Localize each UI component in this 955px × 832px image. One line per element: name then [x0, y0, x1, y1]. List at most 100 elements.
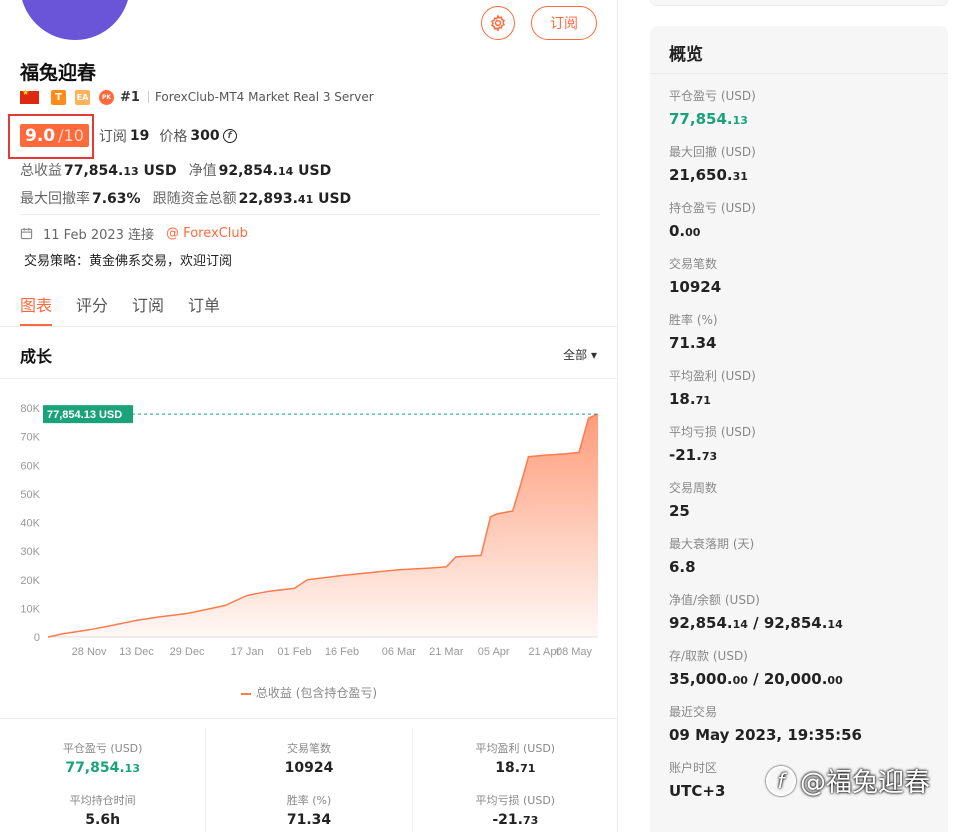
overview-item-tail-dec: 00 [827, 674, 843, 687]
broker-link[interactable]: @ ForexClub [166, 226, 248, 241]
tab-orders[interactable]: 订单 [188, 292, 220, 326]
growth-chart: 0 10K 20K 30K 40K 50K 60K 70K 80K 28 Nov 13 Dec 29… [20, 403, 599, 658]
overview-item: 最大衰落期 (天) 6.8 [669, 522, 929, 578]
coin-icon: f [222, 128, 237, 143]
drawdown-value: 7.63% [92, 191, 141, 207]
range-filter-dropdown[interactable]: 全部 ▾ [563, 346, 597, 363]
summary-stat-label: 平均盈利 (USD) [475, 742, 556, 755]
divider [147, 91, 149, 103]
summary-stat-main: -21. [492, 812, 523, 828]
summary-stat: 平均持仓时间 5.6h [0, 780, 205, 832]
settings-button[interactable] [481, 6, 515, 40]
overview-item-value: 77,854.13 [669, 110, 929, 128]
tab-chart[interactable]: 图表 [20, 292, 53, 326]
chart-legend: 总收益 (包含持仓盈亏) [0, 684, 618, 701]
x-tick-label: 17 Jan [231, 646, 264, 658]
overview-item-value: 71.34 [669, 334, 929, 352]
overview-list: 平仓盈亏 (USD) 77,854.13 最大回撤 (USD) 21,650.31 持仓… [650, 74, 948, 802]
connect-date: 11 Feb 2023 连接 [43, 228, 155, 243]
subscribers-value: 19 [129, 127, 150, 144]
equity-dec: 14 [277, 165, 294, 178]
overview-item: 最近交易 09 May 2023, 19:35:56 [669, 690, 929, 746]
overview-item-dec: 73 [701, 450, 718, 463]
overview-item-label: 最大衰落期 (天) [669, 537, 755, 551]
summary-stat-value: -21.73 [413, 812, 618, 828]
overview-item-label: 平仓盈亏 (USD) [669, 89, 756, 103]
overview-item-main: 0. [669, 222, 686, 240]
divider [0, 378, 618, 379]
summary-stat-main: 10924 [284, 760, 334, 776]
overview-item: 交易笔数 10924 [669, 242, 929, 298]
legend-label: 总收益 (包含持仓盈亏) [255, 686, 378, 700]
tab-subscriptions[interactable]: 订阅 [132, 292, 164, 326]
overview-item-dec: 00 [732, 674, 748, 687]
subscribe-button[interactable]: 订阅 [531, 6, 597, 40]
summary-stat-label: 胜率 (%) [286, 794, 332, 807]
drawdown-follow-row: 最大回撤率 7.63% 跟随资金总额 22,893.41 USD [20, 188, 351, 208]
profit-dec: 13 [123, 165, 139, 178]
overview-item-tail-dec: 14 [827, 618, 843, 631]
overview-item-label: 平均盈利 (USD) [669, 369, 756, 383]
overview-item-main: 18. [669, 390, 696, 408]
score-row: 9.0 /10 订阅 19 价格 300 f [20, 124, 237, 147]
y-tick-label: 70K [20, 432, 40, 444]
follow-label: 跟随资金总额 [152, 191, 237, 207]
summary-stat-value: 77,854.13 [0, 760, 205, 776]
summary-stat: 平均亏损 (USD) -21.73 [413, 780, 618, 832]
drawdown-label: 最大回撤率 [20, 191, 90, 207]
top-card [650, 0, 948, 6]
overview-item-main: 71.34 [669, 334, 717, 352]
profit-unit: USD [138, 163, 177, 179]
summary-stat-label: 平均持仓时间 [69, 794, 136, 807]
y-tick-label: 20K [20, 575, 40, 587]
pk-badge-icon: PK [99, 89, 114, 105]
summary-stat-value: 71.34 [206, 812, 411, 828]
profit-label: 总收益 [20, 163, 62, 179]
watermark: f @福兔迎春 [766, 762, 930, 799]
divider [0, 718, 618, 719]
overview-item-main: 6.8 [669, 558, 696, 576]
summary-stat: 交易笔数 10924 [206, 728, 411, 780]
gear-icon [491, 14, 505, 32]
summary-stat-label: 平均亏损 (USD) [475, 794, 556, 807]
y-tick-label: 60K [20, 460, 40, 472]
overview-item-main: 09 May 2023, 19:35:56 [669, 726, 862, 744]
score-max: /10 [58, 126, 84, 145]
overview-item-label: 交易周数 [669, 481, 718, 495]
overview-item-dec: 71 [695, 394, 711, 407]
watermark-text: @福兔迎春 [800, 768, 931, 798]
t-badge: T [51, 89, 66, 105]
overview-item: 交易周数 25 [669, 466, 929, 522]
y-tick-label: 40K [20, 518, 40, 530]
equity-unit: USD [293, 163, 332, 179]
strategy-text: 交易策略：黄金佛系交易，欢迎订阅 [24, 254, 233, 269]
equity-main: 92,854. [218, 163, 278, 179]
follow-main: 22,893. [238, 191, 298, 207]
equity-label: 净值 [188, 163, 217, 179]
follow-value: 22,893.41 USD [239, 191, 352, 207]
calendar-icon [20, 227, 33, 240]
tab-rating[interactable]: 评分 [76, 292, 108, 326]
server-label: ForexClub-MT4 Market Real 3 Server [154, 90, 374, 104]
overview-title: 概览 [650, 26, 948, 74]
overview-item-value: 18.71 [669, 390, 929, 408]
follow-dec: 41 [297, 193, 314, 206]
overview-item-main: -21. [669, 446, 702, 464]
x-tick-label: 28 Nov [72, 646, 107, 658]
signal-title: 福兔迎春 [20, 62, 97, 84]
overview-item-main: 25 [669, 502, 690, 520]
overview-item: 胜率 (%) 71.34 [669, 298, 929, 354]
summary-stat-main: 18. [495, 760, 521, 776]
overview-item-value: 6.8 [669, 558, 929, 576]
platform-logo-icon: f [766, 765, 796, 796]
pk-badge-label: PK [101, 93, 112, 101]
overview-item-label: 交易笔数 [669, 257, 718, 271]
equity-value: 92,854.14 USD [219, 163, 332, 179]
summary-column: 平仓盈亏 (USD) 77,854.13 平均持仓时间 5.6h [0, 728, 207, 832]
overview-item: 净值/余额 (USD) 92,854.14 / 92,854.14 [669, 578, 929, 634]
overview-item-dec: 13 [732, 114, 748, 127]
x-tick-label: 21 Mar [429, 646, 464, 658]
ea-badge: EA [75, 89, 90, 105]
summary-stat: 平仓盈亏 (USD) 77,854.13 [0, 728, 205, 780]
x-tick-label: 01 Feb [277, 646, 311, 658]
